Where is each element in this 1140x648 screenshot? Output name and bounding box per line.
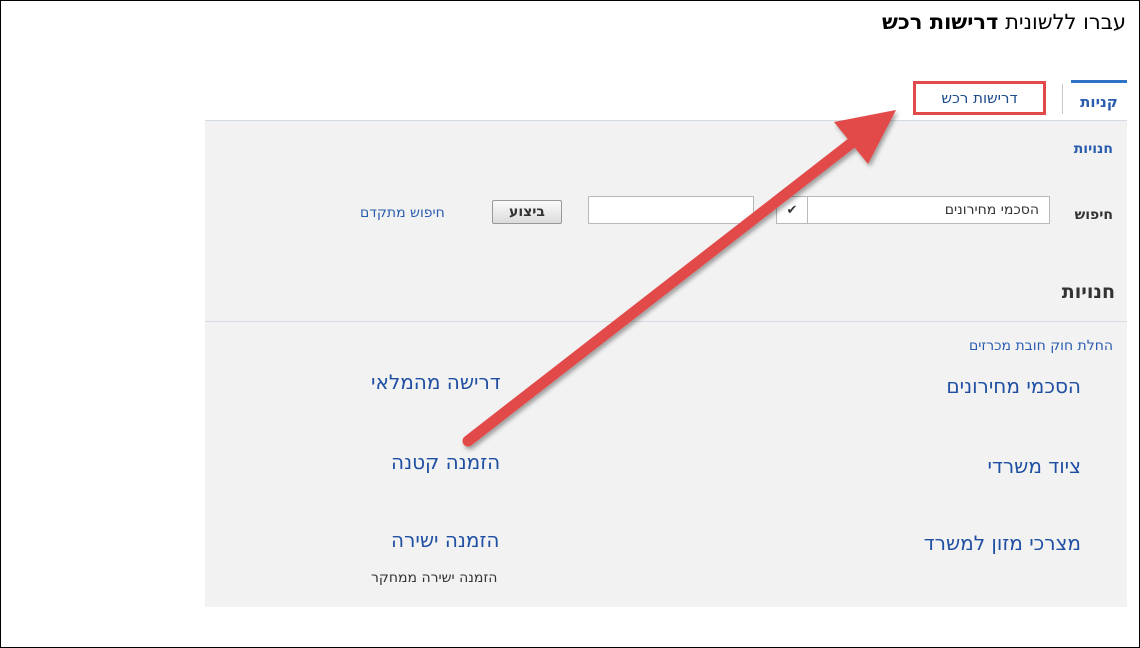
- annotation-arrow: [462, 110, 896, 447]
